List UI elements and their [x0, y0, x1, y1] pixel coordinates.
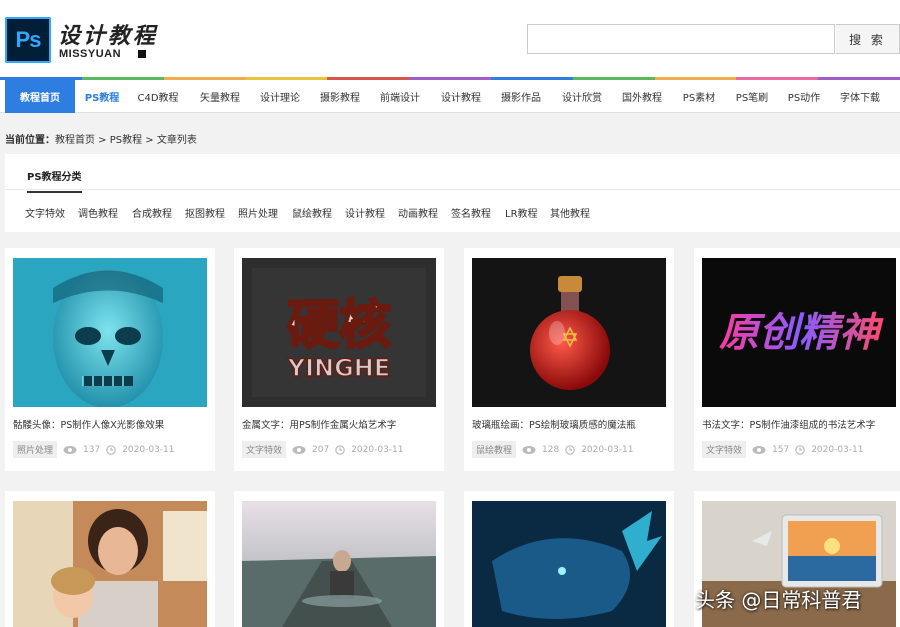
publish-date: 2020-03-11 — [351, 444, 404, 455]
category-link[interactable]: 签名教程 — [451, 205, 491, 220]
breadcrumb-label: 当前位置： — [5, 135, 55, 146]
search-button[interactable]: 搜 索 — [836, 24, 900, 54]
category-link[interactable]: LR教程 — [505, 205, 538, 220]
article-thumbnail[interactable] — [13, 258, 207, 407]
eye-icon — [752, 445, 766, 454]
publish-date: 2020-03-11 — [122, 444, 175, 455]
article-meta: 照片处理 137 2020-03-11 — [13, 441, 175, 458]
view-count: 137 — [83, 444, 101, 455]
article-card[interactable]: 骷髅头像：PS制作人像X光影像效果 照片处理 137 2020-03-11 — [5, 248, 215, 471]
eye-icon — [63, 445, 77, 454]
breadcrumb: 当前位置：教程首页 > PS教程 > 文章列表 — [5, 131, 197, 146]
article-meta: 鼠绘教程 128 2020-03-11 — [472, 441, 634, 458]
nav-item-theory[interactable]: 设计理论 — [254, 80, 306, 113]
article-thumbnail[interactable] — [13, 501, 207, 627]
metal-text-en: YINGHE — [287, 354, 391, 382]
category-panel: PS教程分类 文字特效 调色教程 合成教程 抠图教程 照片处理 鼠绘教程 设计教… — [5, 154, 900, 232]
search-input[interactable] — [527, 24, 835, 54]
nav-item-fonts[interactable]: 字体下载 — [834, 80, 886, 113]
view-count: 207 — [312, 444, 330, 455]
nav-item-photo-tutorial[interactable]: 摄影教程 — [314, 80, 366, 113]
logo-subtitle: MISSYUAN — [59, 48, 122, 60]
clock-icon — [565, 444, 576, 455]
main-nav: 教程首页 PS教程 C4D教程 矢量教程 设计理论 摄影教程 前端设计 设计教程… — [0, 80, 900, 113]
category-link[interactable]: 动画教程 — [398, 205, 438, 220]
article-card[interactable]: 玻璃瓶绘画：PS绘制玻璃质感的魔法瓶 鼠绘教程 128 2020-03-11 — [464, 248, 674, 471]
photoshop-logo-icon[interactable]: Ps — [5, 17, 51, 63]
nav-item-ps-actions[interactable]: PS动作 — [780, 80, 828, 113]
publish-date: 2020-03-11 — [581, 444, 634, 455]
article-title[interactable]: 骷髅头像：PS制作人像X光影像效果 — [13, 417, 164, 431]
view-count: 128 — [542, 444, 560, 455]
article-card[interactable]: 原创精神 书法文字：PS制作油漆组成的书法艺术字 文字特效 157 2020-0… — [694, 248, 900, 471]
article-title[interactable]: 书法文字：PS制作油漆组成的书法艺术字 — [702, 417, 875, 431]
watermark: 头条 @日常科普君 — [695, 588, 862, 612]
article-title[interactable]: 金属文字：用PS制作金属火焰艺术字 — [242, 417, 396, 431]
publish-date: 2020-03-11 — [811, 444, 864, 455]
article-meta: 文字特效 207 2020-03-11 — [242, 441, 404, 458]
nav-item-home[interactable]: 教程首页 — [5, 80, 75, 113]
site-header: Ps 设计教程 MISSYUAN 搜 索 — [0, 0, 900, 78]
eye-icon — [292, 445, 306, 454]
logo-icon-text: Ps — [15, 27, 42, 52]
clock-icon — [335, 444, 346, 455]
category-tag[interactable]: 文字特效 — [242, 441, 287, 458]
category-tag[interactable]: 鼠绘教程 — [472, 441, 517, 458]
article-card[interactable]: 硬核 YINGHE 金属文字：用PS制作金属火焰艺术字 文字特效 207 202… — [234, 248, 444, 471]
category-tag[interactable]: 照片处理 — [13, 441, 58, 458]
nav-item-foreign[interactable]: 国外教程 — [616, 80, 668, 113]
view-count: 157 — [772, 444, 790, 455]
category-link[interactable]: 其他教程 — [550, 205, 590, 220]
metal-text-cn: 硬核 — [287, 295, 391, 356]
category-divider — [5, 189, 900, 190]
category-link[interactable]: 合成教程 — [132, 205, 172, 220]
logo-dot — [138, 50, 146, 58]
nav-item-c4d[interactable]: C4D教程 — [132, 80, 184, 113]
category-link[interactable]: 鼠绘教程 — [292, 205, 332, 220]
category-link[interactable]: 照片处理 — [238, 205, 278, 220]
article-thumbnail[interactable] — [472, 501, 666, 627]
clock-icon — [106, 444, 117, 455]
calligraphy-text: 原创精神 — [719, 309, 884, 356]
article-title[interactable]: 玻璃瓶绘画：PS绘制玻璃质感的魔法瓶 — [472, 417, 636, 431]
eye-icon — [522, 445, 536, 454]
article-card[interactable] — [234, 491, 444, 627]
article-card[interactable] — [5, 491, 215, 627]
nav-item-appreciation[interactable]: 设计欣赏 — [556, 80, 608, 113]
nav-item-ps[interactable]: PS教程 — [78, 80, 126, 113]
article-thumbnail[interactable] — [242, 501, 436, 627]
logo-title[interactable]: 设计教程 — [58, 18, 158, 50]
article-card[interactable] — [464, 491, 674, 627]
nav-item-frontend[interactable]: 前端设计 — [374, 80, 426, 113]
category-tag[interactable]: 文字特效 — [702, 441, 747, 458]
category-link[interactable]: 调色教程 — [78, 205, 118, 220]
article-thumbnail[interactable]: 硬核 YINGHE — [242, 258, 436, 407]
article-thumbnail[interactable]: 原创精神 — [702, 258, 896, 407]
category-link[interactable]: 文字特效 — [25, 205, 65, 220]
article-thumbnail[interactable] — [472, 258, 666, 407]
nav-item-ps-materials[interactable]: PS素材 — [675, 80, 723, 113]
clock-icon — [795, 444, 806, 455]
nav-item-ps-brushes[interactable]: PS笔刷 — [728, 80, 776, 113]
category-link[interactable]: 设计教程 — [345, 205, 385, 220]
nav-item-vector[interactable]: 矢量教程 — [194, 80, 246, 113]
breadcrumb-path[interactable]: 教程首页 > PS教程 > 文章列表 — [55, 135, 197, 146]
nav-item-design[interactable]: 设计教程 — [435, 80, 487, 113]
article-meta: 文字特效 157 2020-03-11 — [702, 441, 864, 458]
category-link[interactable]: 抠图教程 — [185, 205, 225, 220]
nav-item-photo-works[interactable]: 摄影作品 — [495, 80, 547, 113]
